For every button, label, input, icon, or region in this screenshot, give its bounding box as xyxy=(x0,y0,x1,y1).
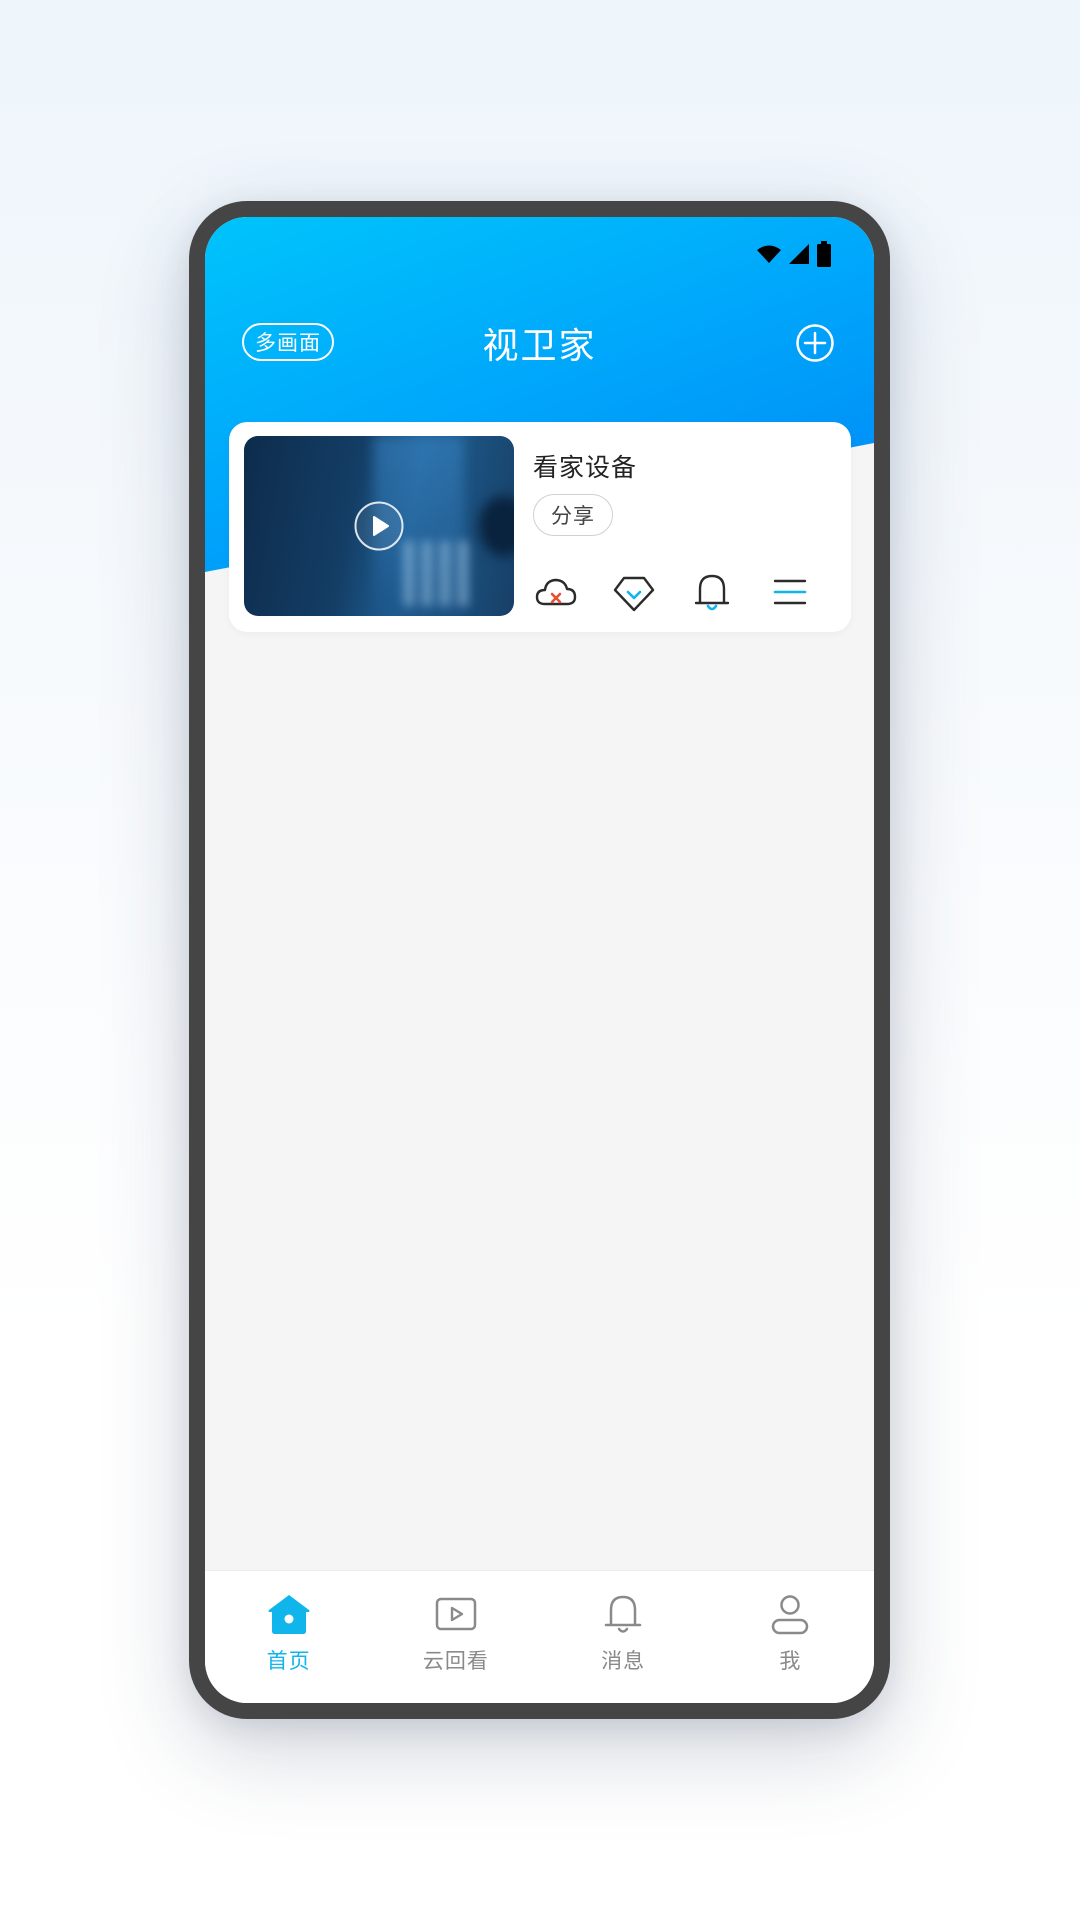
nav-label-me: 我 xyxy=(779,1649,802,1673)
nav-label-messages: 消息 xyxy=(601,1649,646,1673)
nav-label-cloud-playback: 云回看 xyxy=(422,1649,489,1673)
diamond-icon[interactable] xyxy=(612,570,656,614)
bell-icon[interactable] xyxy=(690,570,734,614)
phone-frame: 多画面 视卫家 看家设备 分享 首页 云回看 消息 我 xyxy=(189,201,890,1719)
thumbnail-blur-dark xyxy=(479,496,514,556)
cloud-off-icon[interactable] xyxy=(534,570,578,614)
nav-item-messages[interactable]: 消息 xyxy=(540,1571,707,1703)
thumbnail-blur-window xyxy=(404,541,474,606)
device-name: 看家设备 xyxy=(533,453,638,482)
play-icon[interactable] xyxy=(354,501,404,551)
nav-label-home: 首页 xyxy=(266,1649,311,1673)
app-title: 视卫家 xyxy=(482,326,597,367)
nav-item-me[interactable]: 我 xyxy=(707,1571,874,1703)
camera-thumbnail[interactable] xyxy=(244,436,514,616)
share-button[interactable]: 分享 xyxy=(533,494,613,536)
bell-icon xyxy=(604,1595,642,1633)
nav-item-home[interactable]: 首页 xyxy=(205,1571,372,1703)
bottom-nav: 首页 云回看 消息 我 xyxy=(205,1570,874,1703)
signal-icon xyxy=(789,244,809,264)
nav-item-cloud-playback[interactable]: 云回看 xyxy=(372,1571,539,1703)
battery-icon xyxy=(817,241,831,267)
status-bar xyxy=(756,237,832,271)
home-icon xyxy=(268,1595,310,1634)
menu-icon[interactable] xyxy=(768,570,812,614)
wifi-icon xyxy=(757,245,781,263)
video-play-icon xyxy=(435,1597,477,1631)
add-device-button[interactable] xyxy=(795,323,835,363)
device-card[interactable]: 看家设备 分享 xyxy=(229,422,851,632)
app-screen: 多画面 视卫家 看家设备 分享 首页 云回看 消息 我 xyxy=(205,217,874,1703)
user-icon xyxy=(772,1595,809,1635)
